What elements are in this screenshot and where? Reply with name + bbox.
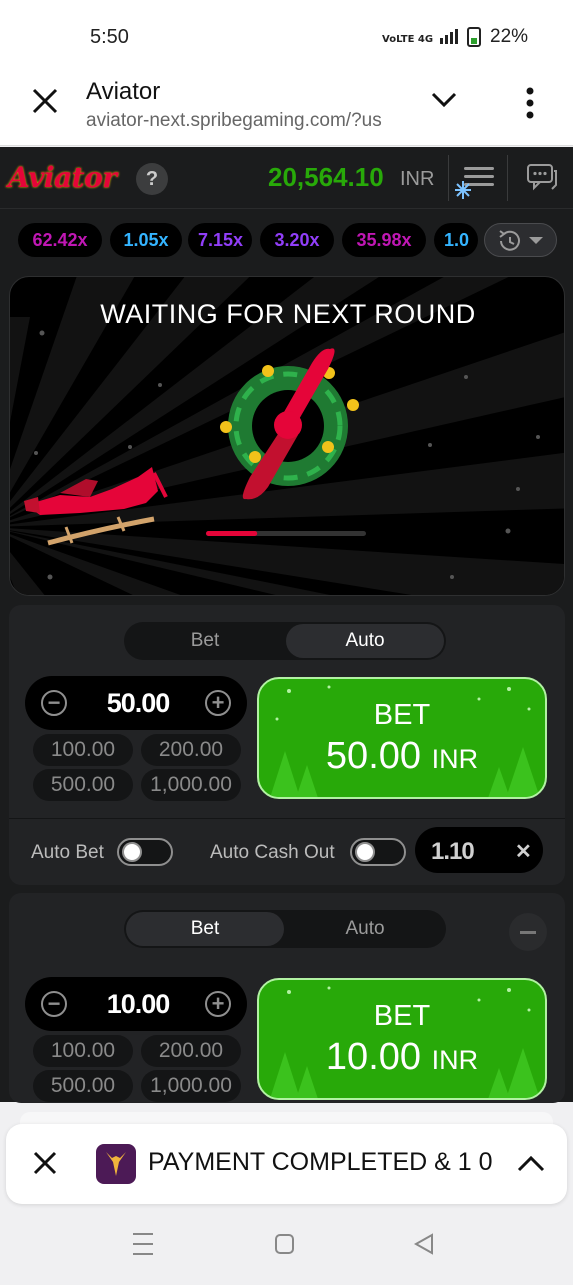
tab-auto[interactable]: Auto	[286, 624, 444, 658]
bet-button-amount: 10.00 INR	[325, 1036, 479, 1078]
chevron-down-icon	[529, 237, 543, 244]
clear-icon[interactable]: ✕	[515, 839, 532, 864]
battery-percent: 22%	[490, 26, 529, 47]
chevron-up-icon[interactable]	[516, 1154, 546, 1174]
increase-stake-button[interactable]: +	[205, 690, 231, 716]
game-stage: WAITING FOR NEXT ROUND	[9, 276, 565, 596]
panel-divider	[9, 818, 565, 819]
next-round-progress-fill	[206, 531, 258, 536]
menu-button[interactable]	[448, 155, 508, 201]
hamburger-icon	[455, 167, 494, 199]
wreath-propeller-icon	[220, 348, 359, 500]
payment-notification[interactable]: PAYMENT COMPLETED & 1 0	[6, 1124, 567, 1204]
tab-bet[interactable]: Bet	[126, 912, 284, 946]
quick-bet-button[interactable]: 100.00	[33, 734, 133, 766]
quick-bet-button[interactable]: 100.00	[33, 1035, 133, 1067]
remove-panel-button[interactable]	[509, 913, 547, 951]
page-url[interactable]: aviator-next.spribegaming.com/?us	[86, 110, 402, 132]
status-bar: 5:50 VoLTE 4G 22%	[0, 0, 573, 72]
auto-bet-toggle[interactable]	[117, 838, 173, 866]
history-chip: 7.15x	[188, 223, 252, 257]
more-vert-icon[interactable]	[520, 86, 540, 120]
snowflake-icon	[455, 181, 471, 199]
bet-button[interactable]: BET 50.00 INR	[257, 677, 547, 799]
quick-bet-button[interactable]: 1,000.00	[141, 769, 241, 801]
help-button[interactable]: ?	[136, 163, 168, 195]
stake-stepper: − 50.00 +	[25, 676, 247, 730]
notification-message: PAYMENT COMPLETED & 1 0	[148, 1148, 493, 1176]
bet-button-amount: 50.00 INR	[325, 735, 479, 777]
history-chip: 62.42x	[18, 223, 102, 257]
tab-auto[interactable]: Auto	[286, 912, 444, 946]
game-header: Aviator ? 20,564.10 INR	[0, 147, 573, 209]
recents-icon	[133, 1233, 153, 1255]
history-icon	[499, 230, 520, 251]
stake-input[interactable]: 50.00	[75, 688, 201, 719]
bet-button-label: BET	[373, 1000, 431, 1032]
balance-amount: 20,564.10	[268, 162, 384, 192]
cashout-value[interactable]: 1.10	[431, 838, 475, 866]
history-chip: 3.20x	[260, 223, 334, 257]
decrease-stake-button[interactable]: −	[41, 991, 67, 1017]
quick-bet-button[interactable]: 500.00	[33, 769, 133, 801]
tab-bet[interactable]: Bet	[126, 624, 284, 658]
close-icon[interactable]	[30, 86, 60, 116]
decrease-stake-button[interactable]: −	[41, 690, 67, 716]
stake-input[interactable]: 10.00	[75, 989, 201, 1020]
auto-bet-label: Auto Bet	[31, 842, 104, 863]
quick-bet-button[interactable]: 200.00	[141, 734, 241, 766]
back-icon	[413, 1233, 433, 1255]
status-time: 5:50	[90, 26, 129, 48]
multiplier-history: 62.42x 1.05x 7.15x 3.20x 35.98x 1.0	[0, 209, 573, 271]
system-navigation-bar	[0, 1204, 573, 1280]
auto-cashout-label: Auto Cash Out	[210, 842, 335, 863]
page-title: Aviator	[86, 78, 161, 105]
history-chip: 1.05x	[110, 223, 182, 257]
bet-mode-tabs: Bet Auto	[124, 622, 446, 660]
quick-bet-button[interactable]: 200.00	[141, 1035, 241, 1067]
auto-cashout-toggle[interactable]	[350, 838, 406, 866]
quick-bet-button[interactable]: 1,000.00	[141, 1070, 241, 1102]
bet-button-label: BET	[373, 699, 431, 731]
history-chip: 1.0	[434, 223, 478, 257]
volte-label: VoLTE 4G	[382, 34, 433, 45]
history-chip: 35.98x	[342, 223, 426, 257]
increase-stake-button[interactable]: +	[205, 991, 231, 1017]
bet-panel-1: Bet Auto − 50.00 + 100.00 200.00 500.00 …	[9, 605, 565, 885]
bet-panel-2: Bet Auto − 10.00 + 100.00 200.00 500.00 …	[9, 893, 565, 1103]
aviator-logo: Aviator	[8, 161, 117, 194]
chevron-down-icon[interactable]	[430, 90, 458, 110]
signal-icon: VoLTE 4G	[382, 26, 482, 53]
app-logo	[96, 1144, 136, 1184]
quick-bet-button[interactable]: 500.00	[33, 1070, 133, 1102]
balance-currency: INR	[400, 168, 435, 190]
chat-icon[interactable]	[526, 163, 558, 193]
close-icon[interactable]	[32, 1150, 58, 1176]
aviator-game: Aviator ? 20,564.10 INR 62.42x 1.05x 7.1…	[0, 147, 573, 1103]
home-icon	[275, 1234, 294, 1254]
browser-toolbar: Aviator aviator-next.spribegaming.com/?u…	[0, 72, 573, 146]
round-status-text: WAITING FOR NEXT ROUND	[100, 299, 476, 329]
bet-mode-tabs: Bet Auto	[124, 910, 446, 948]
history-toggle-button[interactable]	[484, 223, 557, 257]
bet-button[interactable]: BET 10.00 INR	[257, 978, 547, 1100]
auto-cashout-field[interactable]: 1.10 ✕	[415, 827, 543, 873]
stake-stepper: − 10.00 +	[25, 977, 247, 1031]
